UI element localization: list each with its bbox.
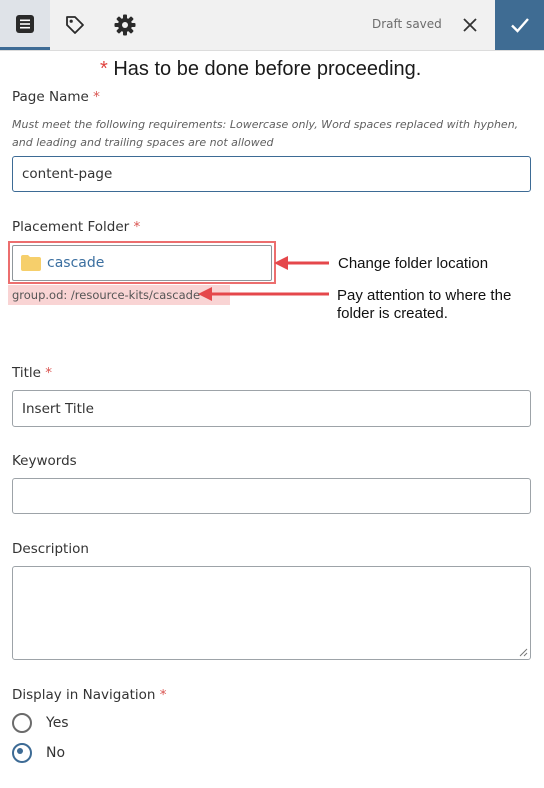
description-textarea[interactable] <box>12 566 531 660</box>
radio-yes[interactable] <box>12 713 32 733</box>
radio-yes-label: Yes <box>46 715 69 731</box>
arrow-folder <box>274 256 329 270</box>
title-label: Title * <box>12 365 52 381</box>
radio-no-label: No <box>46 745 66 761</box>
description-label: Description <box>12 541 89 557</box>
display-navigation-label: Display in Navigation * <box>12 687 167 703</box>
required-mark: * <box>159 687 167 703</box>
keywords-label: Keywords <box>12 453 77 469</box>
callout-folder: Change folder location <box>338 255 489 272</box>
callout-path-line2: folder is created. <box>337 305 448 322</box>
resize-grip-icon[interactable] <box>519 648 528 657</box>
radio-option-no[interactable]: No <box>12 743 65 763</box>
radio-no[interactable] <box>12 743 32 763</box>
title-input[interactable]: Insert Title <box>12 390 531 427</box>
radio-option-yes[interactable]: Yes <box>12 713 69 733</box>
required-mark: * <box>45 365 52 381</box>
arrow-path <box>198 287 329 301</box>
callout-path-line1: Pay attention to where the <box>337 287 512 304</box>
title-placeholder: Insert Title <box>22 400 94 417</box>
keywords-input[interactable] <box>12 478 531 514</box>
